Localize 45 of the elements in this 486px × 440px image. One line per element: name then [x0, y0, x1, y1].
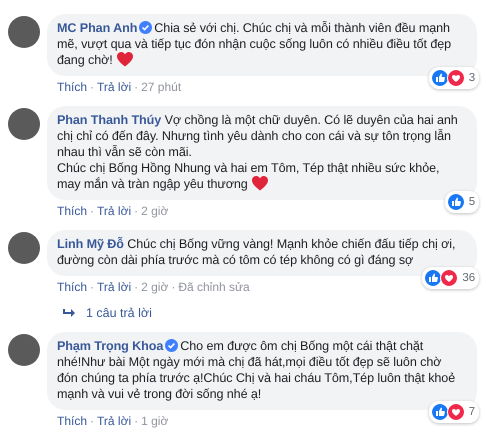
reply-link[interactable]: Trả lời — [97, 414, 132, 428]
author-name[interactable]: MC Phan Anh — [57, 21, 138, 35]
separator-dot: · — [134, 204, 138, 218]
reaction-count: 36 — [462, 271, 475, 286]
separator-dot: · — [90, 414, 94, 428]
like-link[interactable]: Thích — [57, 80, 88, 94]
separator-dot: · — [90, 280, 94, 294]
comment-text: Chúc chị Bống Hồng Nhung và hai em Tôm, Tép thật nhiều sức khỏe, may mắn và tràn ngập yêu thương — [57, 160, 440, 192]
like-link[interactable]: Thích — [57, 414, 88, 428]
reaction-summary[interactable]: 36 — [422, 267, 479, 289]
comment-text: Phan Thanh Thúy Vợ chồng là một chữ duyên. Có lẽ duyên của hai anh chị chỉ có đến đây. Nhưng tình yêu dành cho con cái và sự tôn trọng lẫn nhau thì vẫn sẽ còn mãi. — [57, 112, 459, 160]
reply-arrow-icon — [62, 308, 76, 318]
comment-text: Linh Mỹ Đỗ Chúc chị Bống vững vàng! Mạnh khỏe chiến đấu tiếp chị ơi, đường còn dài phía trước mà có tôm có tép không có gì đáng sợ — [57, 236, 456, 268]
comment-text: MC Phan Anh Chia sẻ với chị. Chúc chị và mỗi thành viên đều mạnh mẽ, vượt qua và tiếp tục đón nhận cuộc sống luôn có nhiều điều tốt đẹp đang chờ! — [57, 20, 452, 68]
separator-dot: · — [171, 280, 176, 294]
avatar[interactable] — [8, 232, 40, 264]
separator-dot: · — [134, 80, 138, 94]
reaction-count: 5 — [468, 195, 475, 210]
timestamp: 27 phút — [141, 80, 182, 94]
timestamp: 1 giờ — [141, 414, 168, 428]
avatar[interactable] — [8, 108, 40, 140]
reaction-count: 7 — [468, 405, 475, 420]
author-name[interactable]: Linh Mỹ Đỗ — [57, 237, 124, 251]
reaction-summary[interactable]: 3 — [428, 67, 479, 89]
edited-label: Đã chỉnh sửa — [178, 280, 250, 294]
reaction-summary[interactable]: 5 — [444, 191, 479, 213]
like-link[interactable]: Thích — [57, 280, 88, 294]
author-name[interactable]: Phạm Trọng Khoa — [57, 339, 164, 353]
reaction-count: 3 — [468, 71, 475, 86]
comment-text: Phạm Trọng Khoa Cho em được ôm chị Bống một cái thật chặt nhé!Như bài Một ngày mới mà chị đã hát,mọi điều tốt đẹp sẽ luôn chờ đón chúng ta phía trước ạ!Chúc Chị và hai cháu Tôm,Tép luôn thật khoẻ mạnh và vui vẻ trong đời sống nhé ạ! — [57, 338, 456, 402]
separator-dot: · — [90, 204, 94, 218]
view-replies-link[interactable]: 1 câu trả lời — [86, 306, 152, 320]
author-name[interactable]: Phan Thanh Thúy — [57, 113, 162, 127]
avatar[interactable] — [8, 16, 40, 48]
timestamp: 2 giờ — [141, 280, 168, 294]
separator-dot: · — [134, 414, 138, 428]
timestamp: 2 giờ — [141, 204, 168, 218]
avatar[interactable] — [8, 334, 40, 366]
like-link[interactable]: Thích — [57, 204, 88, 218]
separator-dot: · — [90, 80, 94, 94]
reply-link[interactable]: Trả lời — [97, 80, 132, 94]
reaction-summary[interactable]: 7 — [428, 401, 479, 423]
reply-link[interactable]: Trả lời — [97, 280, 132, 294]
separator-dot: · — [134, 280, 138, 294]
reply-link[interactable]: Trả lời — [97, 204, 132, 218]
